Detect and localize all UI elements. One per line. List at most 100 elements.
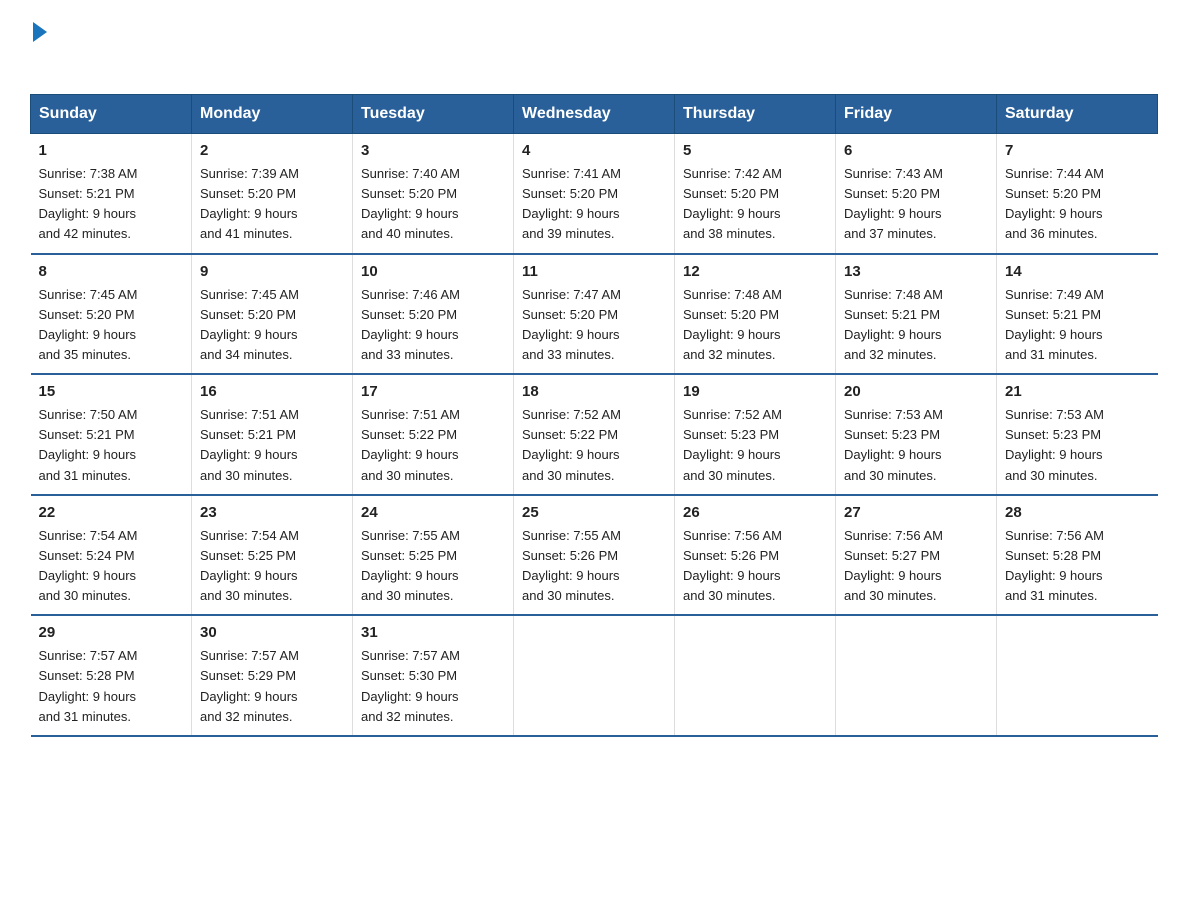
day-info: Sunrise: 7:55 AM Sunset: 5:25 PM Dayligh… [361, 526, 505, 607]
weekday-header-thursday: Thursday [675, 95, 836, 134]
day-number: 13 [844, 263, 988, 280]
day-info: Sunrise: 7:51 AM Sunset: 5:21 PM Dayligh… [200, 405, 344, 486]
day-info: Sunrise: 7:55 AM Sunset: 5:26 PM Dayligh… [522, 526, 666, 607]
calendar-cell [514, 615, 675, 736]
calendar-cell [836, 615, 997, 736]
day-info: Sunrise: 7:52 AM Sunset: 5:22 PM Dayligh… [522, 405, 666, 486]
calendar-cell [675, 615, 836, 736]
calendar-week-row: 29 Sunrise: 7:57 AM Sunset: 5:28 PM Dayl… [31, 615, 1158, 736]
day-info: Sunrise: 7:48 AM Sunset: 5:20 PM Dayligh… [683, 285, 827, 366]
day-info: Sunrise: 7:54 AM Sunset: 5:25 PM Dayligh… [200, 526, 344, 607]
day-number: 21 [1005, 383, 1150, 400]
day-number: 18 [522, 383, 666, 400]
day-number: 4 [522, 142, 666, 159]
calendar-cell: 2 Sunrise: 7:39 AM Sunset: 5:20 PM Dayli… [192, 134, 353, 254]
logo [30, 20, 47, 74]
day-number: 5 [683, 142, 827, 159]
day-number: 15 [39, 383, 184, 400]
calendar-cell: 21 Sunrise: 7:53 AM Sunset: 5:23 PM Dayl… [997, 374, 1158, 495]
calendar-cell: 29 Sunrise: 7:57 AM Sunset: 5:28 PM Dayl… [31, 615, 192, 736]
calendar-cell: 24 Sunrise: 7:55 AM Sunset: 5:25 PM Dayl… [353, 495, 514, 616]
day-number: 6 [844, 142, 988, 159]
day-number: 12 [683, 263, 827, 280]
weekday-header-wednesday: Wednesday [514, 95, 675, 134]
calendar-cell: 31 Sunrise: 7:57 AM Sunset: 5:30 PM Dayl… [353, 615, 514, 736]
day-info: Sunrise: 7:57 AM Sunset: 5:29 PM Dayligh… [200, 646, 344, 727]
day-info: Sunrise: 7:54 AM Sunset: 5:24 PM Dayligh… [39, 526, 184, 607]
calendar-cell: 8 Sunrise: 7:45 AM Sunset: 5:20 PM Dayli… [31, 254, 192, 375]
day-info: Sunrise: 7:44 AM Sunset: 5:20 PM Dayligh… [1005, 164, 1150, 245]
calendar-cell: 26 Sunrise: 7:56 AM Sunset: 5:26 PM Dayl… [675, 495, 836, 616]
day-number: 31 [361, 624, 505, 641]
day-number: 29 [39, 624, 184, 641]
calendar-cell: 19 Sunrise: 7:52 AM Sunset: 5:23 PM Dayl… [675, 374, 836, 495]
calendar-cell: 3 Sunrise: 7:40 AM Sunset: 5:20 PM Dayli… [353, 134, 514, 254]
day-info: Sunrise: 7:46 AM Sunset: 5:20 PM Dayligh… [361, 285, 505, 366]
day-info: Sunrise: 7:45 AM Sunset: 5:20 PM Dayligh… [200, 285, 344, 366]
calendar-cell: 27 Sunrise: 7:56 AM Sunset: 5:27 PM Dayl… [836, 495, 997, 616]
day-info: Sunrise: 7:56 AM Sunset: 5:28 PM Dayligh… [1005, 526, 1150, 607]
calendar-week-row: 22 Sunrise: 7:54 AM Sunset: 5:24 PM Dayl… [31, 495, 1158, 616]
day-number: 2 [200, 142, 344, 159]
page-header [30, 20, 1158, 74]
calendar-cell: 12 Sunrise: 7:48 AM Sunset: 5:20 PM Dayl… [675, 254, 836, 375]
weekday-header-sunday: Sunday [31, 95, 192, 134]
calendar-cell: 20 Sunrise: 7:53 AM Sunset: 5:23 PM Dayl… [836, 374, 997, 495]
day-number: 20 [844, 383, 988, 400]
day-info: Sunrise: 7:49 AM Sunset: 5:21 PM Dayligh… [1005, 285, 1150, 366]
day-number: 14 [1005, 263, 1150, 280]
calendar-cell: 22 Sunrise: 7:54 AM Sunset: 5:24 PM Dayl… [31, 495, 192, 616]
day-info: Sunrise: 7:39 AM Sunset: 5:20 PM Dayligh… [200, 164, 344, 245]
weekday-header-saturday: Saturday [997, 95, 1158, 134]
day-info: Sunrise: 7:48 AM Sunset: 5:21 PM Dayligh… [844, 285, 988, 366]
calendar-cell: 28 Sunrise: 7:56 AM Sunset: 5:28 PM Dayl… [997, 495, 1158, 616]
day-number: 1 [39, 142, 184, 159]
weekday-header-friday: Friday [836, 95, 997, 134]
weekday-header-monday: Monday [192, 95, 353, 134]
day-number: 27 [844, 504, 988, 521]
day-info: Sunrise: 7:42 AM Sunset: 5:20 PM Dayligh… [683, 164, 827, 245]
day-number: 23 [200, 504, 344, 521]
calendar-cell: 25 Sunrise: 7:55 AM Sunset: 5:26 PM Dayl… [514, 495, 675, 616]
calendar-cell: 11 Sunrise: 7:47 AM Sunset: 5:20 PM Dayl… [514, 254, 675, 375]
calendar-cell [997, 615, 1158, 736]
day-info: Sunrise: 7:53 AM Sunset: 5:23 PM Dayligh… [844, 405, 988, 486]
day-info: Sunrise: 7:47 AM Sunset: 5:20 PM Dayligh… [522, 285, 666, 366]
day-number: 25 [522, 504, 666, 521]
calendar-cell: 13 Sunrise: 7:48 AM Sunset: 5:21 PM Dayl… [836, 254, 997, 375]
calendar-cell: 23 Sunrise: 7:54 AM Sunset: 5:25 PM Dayl… [192, 495, 353, 616]
day-info: Sunrise: 7:57 AM Sunset: 5:30 PM Dayligh… [361, 646, 505, 727]
calendar-cell: 15 Sunrise: 7:50 AM Sunset: 5:21 PM Dayl… [31, 374, 192, 495]
day-number: 16 [200, 383, 344, 400]
weekday-header-tuesday: Tuesday [353, 95, 514, 134]
calendar-cell: 9 Sunrise: 7:45 AM Sunset: 5:20 PM Dayli… [192, 254, 353, 375]
day-info: Sunrise: 7:43 AM Sunset: 5:20 PM Dayligh… [844, 164, 988, 245]
calendar-cell: 10 Sunrise: 7:46 AM Sunset: 5:20 PM Dayl… [353, 254, 514, 375]
day-info: Sunrise: 7:41 AM Sunset: 5:20 PM Dayligh… [522, 164, 666, 245]
calendar-week-row: 8 Sunrise: 7:45 AM Sunset: 5:20 PM Dayli… [31, 254, 1158, 375]
calendar-cell: 18 Sunrise: 7:52 AM Sunset: 5:22 PM Dayl… [514, 374, 675, 495]
day-number: 11 [522, 263, 666, 280]
day-number: 19 [683, 383, 827, 400]
day-info: Sunrise: 7:51 AM Sunset: 5:22 PM Dayligh… [361, 405, 505, 486]
day-info: Sunrise: 7:56 AM Sunset: 5:26 PM Dayligh… [683, 526, 827, 607]
calendar-header-row: SundayMondayTuesdayWednesdayThursdayFrid… [31, 95, 1158, 134]
day-info: Sunrise: 7:45 AM Sunset: 5:20 PM Dayligh… [39, 285, 184, 366]
day-info: Sunrise: 7:50 AM Sunset: 5:21 PM Dayligh… [39, 405, 184, 486]
day-info: Sunrise: 7:53 AM Sunset: 5:23 PM Dayligh… [1005, 405, 1150, 486]
logo-arrow-icon [33, 22, 47, 42]
day-number: 8 [39, 263, 184, 280]
day-info: Sunrise: 7:52 AM Sunset: 5:23 PM Dayligh… [683, 405, 827, 486]
calendar-cell: 4 Sunrise: 7:41 AM Sunset: 5:20 PM Dayli… [514, 134, 675, 254]
calendar-week-row: 1 Sunrise: 7:38 AM Sunset: 5:21 PM Dayli… [31, 134, 1158, 254]
day-number: 10 [361, 263, 505, 280]
calendar-cell: 1 Sunrise: 7:38 AM Sunset: 5:21 PM Dayli… [31, 134, 192, 254]
day-number: 24 [361, 504, 505, 521]
day-info: Sunrise: 7:40 AM Sunset: 5:20 PM Dayligh… [361, 164, 505, 245]
day-number: 3 [361, 142, 505, 159]
calendar-cell: 6 Sunrise: 7:43 AM Sunset: 5:20 PM Dayli… [836, 134, 997, 254]
day-number: 9 [200, 263, 344, 280]
calendar-cell: 30 Sunrise: 7:57 AM Sunset: 5:29 PM Dayl… [192, 615, 353, 736]
calendar-cell: 16 Sunrise: 7:51 AM Sunset: 5:21 PM Dayl… [192, 374, 353, 495]
calendar-cell: 14 Sunrise: 7:49 AM Sunset: 5:21 PM Dayl… [997, 254, 1158, 375]
